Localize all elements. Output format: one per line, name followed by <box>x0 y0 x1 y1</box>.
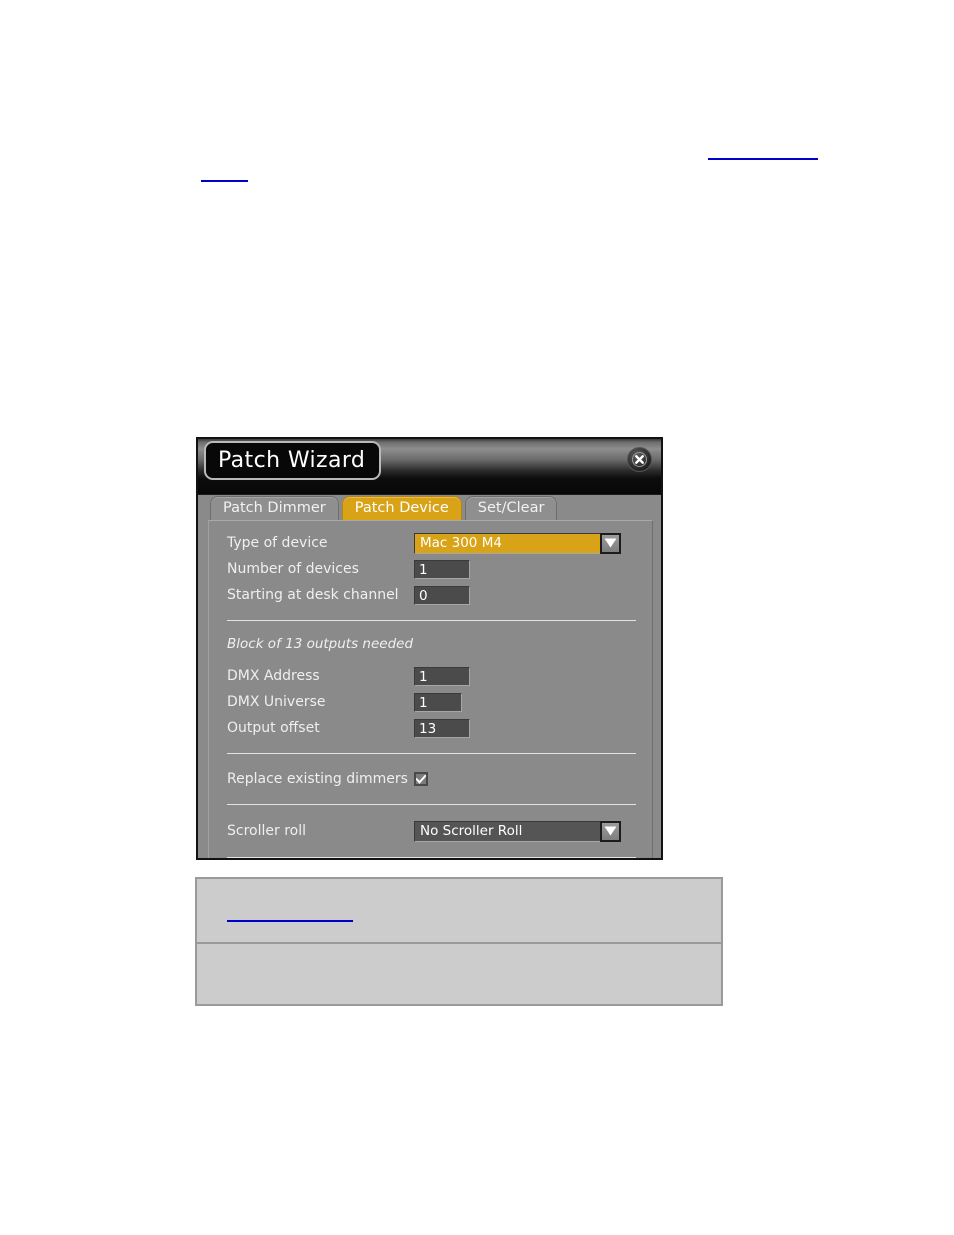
label-scroller-roll: Scroller roll <box>227 823 306 839</box>
label-replace-existing-dimmers: Replace existing dimmers <box>227 771 408 787</box>
label-type-of-device: Type of device <box>227 535 328 551</box>
tab-set-clear[interactable]: Set/Clear <box>464 496 558 520</box>
patch-wizard-dialog: Patch Wizard Patch Dimmer Patch Device S… <box>196 437 663 860</box>
table-row <box>195 877 723 944</box>
dialog-title: Patch Wizard <box>204 441 382 480</box>
dmx-address-input[interactable]: 1 <box>414 666 470 686</box>
type-of-device-value: Mac 300 M4 <box>414 532 600 554</box>
doc-link-top-right[interactable] <box>708 158 818 160</box>
note-cell-second <box>195 942 723 1006</box>
label-output-offset: Output offset <box>227 720 320 736</box>
row-dmx-address: DMX Address 1 <box>209 663 652 689</box>
note-table <box>195 877 723 1006</box>
number-of-devices-input[interactable]: 1 <box>414 559 470 579</box>
doc-link-top-left[interactable] <box>201 180 248 182</box>
tab-patch-device[interactable]: Patch Device <box>341 496 462 520</box>
row-starting-at-desk-channel: Starting at desk channel 0 <box>209 582 652 608</box>
close-icon[interactable] <box>627 447 652 472</box>
tab-strip: Patch Dimmer Patch Device Set/Clear <box>198 495 661 520</box>
row-dmx-universe: DMX Universe 1 <box>209 689 652 715</box>
tab-patch-dimmer[interactable]: Patch Dimmer <box>210 496 339 520</box>
check-icon <box>416 774 426 784</box>
label-starting-at-desk-channel: Starting at desk channel <box>227 587 399 603</box>
chevron-down-icon[interactable] <box>600 820 621 842</box>
tab-set-clear-label: Set/Clear <box>477 500 545 516</box>
block-outputs-note: Block of 13 outputs needed <box>227 636 414 652</box>
note-cell-first <box>195 877 723 944</box>
replace-existing-dimmers-checkbox[interactable] <box>414 772 428 786</box>
row-scroller-roll: Scroller roll No Scroller Roll <box>209 818 652 844</box>
tab-panel-patch-device: Type of device Mac 300 M4 Number of devi… <box>208 520 653 858</box>
label-dmx-address: DMX Address <box>227 668 320 684</box>
dmx-universe-input[interactable]: 1 <box>414 692 462 712</box>
label-number-of-devices: Number of devices <box>227 561 359 577</box>
dialog-body: Patch Dimmer Patch Device Set/Clear Type… <box>198 495 661 858</box>
row-replace-existing-dimmers: Replace existing dimmers <box>209 766 652 792</box>
divider-4 <box>227 857 636 858</box>
note-link[interactable] <box>227 920 353 922</box>
scroller-roll-value: No Scroller Roll <box>414 820 600 842</box>
table-row <box>195 942 723 1006</box>
type-of-device-select[interactable]: Mac 300 M4 <box>414 532 621 554</box>
output-offset-input[interactable]: 13 <box>414 718 470 738</box>
row-number-of-devices: Number of devices 1 <box>209 556 652 582</box>
tab-patch-device-label: Patch Device <box>354 500 449 516</box>
label-dmx-universe: DMX Universe <box>227 694 326 710</box>
row-type-of-device: Type of device Mac 300 M4 <box>209 530 652 556</box>
starting-at-desk-channel-input[interactable]: 0 <box>414 585 470 605</box>
dialog-title-text: Patch Wizard <box>218 448 366 473</box>
dialog-titlebar: Patch Wizard <box>198 439 661 495</box>
scroller-roll-select[interactable]: No Scroller Roll <box>414 820 621 842</box>
tab-patch-dimmer-label: Patch Dimmer <box>223 500 326 516</box>
row-output-offset: Output offset 13 <box>209 715 652 741</box>
chevron-down-icon[interactable] <box>600 532 621 554</box>
